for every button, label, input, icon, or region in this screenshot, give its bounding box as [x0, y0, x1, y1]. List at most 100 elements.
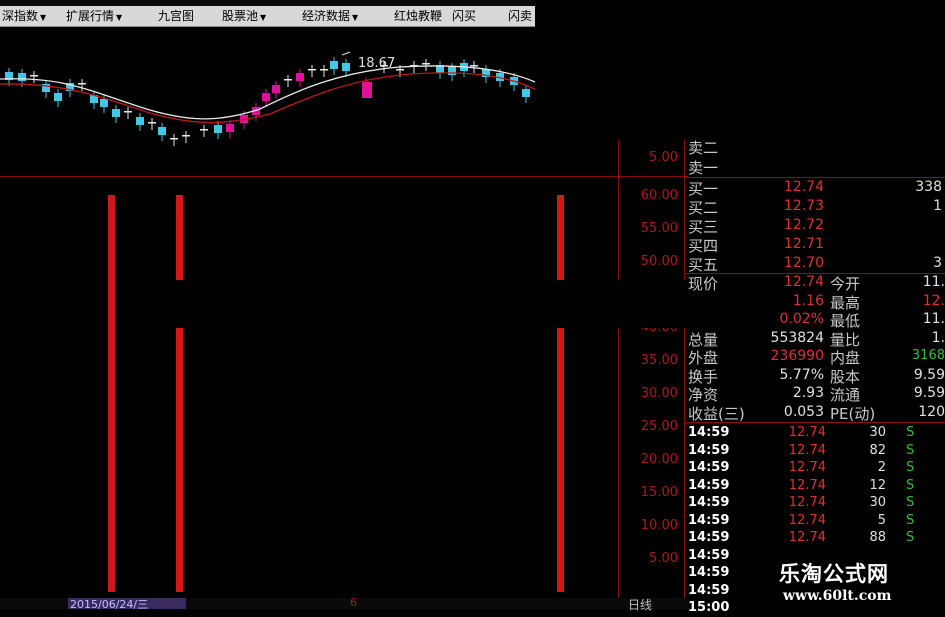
trade-vol: 30 [869, 425, 886, 440]
candle-body [396, 69, 404, 71]
stat-label-2: PE(动) [830, 404, 876, 423]
toolbar-item-index[interactable]: 深指数 ▼ [2, 6, 46, 26]
sell-2-label: 卖二 [688, 139, 719, 157]
trade-price: 12.74 [788, 425, 826, 440]
candle-body [308, 69, 316, 71]
candle-body [226, 124, 234, 132]
buy-5-price: 12.70 [783, 255, 824, 271]
period-label[interactable]: 日线 [628, 596, 652, 613]
stat-value: 12.74 [783, 274, 824, 290]
indicator-axis-label: 10.00 [640, 518, 678, 533]
buy-4-price: 12.71 [783, 236, 824, 252]
trade-time: 14:59 [688, 495, 730, 510]
trade-side: S [906, 477, 915, 493]
indicator-bar [108, 195, 115, 592]
toolbar-item-candle-tutor[interactable]: 红烛教鞭 [394, 6, 442, 26]
candle-body [262, 93, 270, 101]
candle-body [148, 122, 156, 124]
kline-chart[interactable]: 18.67 [0, 27, 620, 177]
candle-body [136, 117, 144, 125]
candle-body [342, 63, 350, 71]
trade-price: 12.74 [788, 477, 826, 493]
watermark-title: 乐淘公式网 [779, 562, 889, 586]
indicator-axis-label: 50.00 [640, 254, 678, 269]
candle-body [362, 82, 372, 98]
candle-body [54, 93, 62, 101]
trade-time: 14:59 [688, 530, 730, 545]
buy-2-price: 12.73 [783, 198, 824, 214]
trade-vol: 12 [869, 477, 886, 493]
trade-vol: 82 [869, 442, 886, 458]
indicator-axis-label: 35.00 [640, 353, 678, 368]
trade-vol: 88 [869, 530, 886, 545]
candle-body [422, 63, 430, 65]
chevron-down-icon: ▼ [116, 13, 123, 22]
indicator-bar [176, 195, 183, 592]
trade-price: 12.74 [788, 512, 826, 528]
peak-marker [341, 51, 351, 56]
trade-side: S [906, 495, 915, 510]
stat-value: 2.93 [792, 385, 824, 401]
chevron-down-icon: ▼ [260, 13, 267, 22]
toolbar-item-extended-quotes[interactable]: 扩展行情 ▼ [66, 6, 122, 26]
toolbar-item-stock-pool[interactable]: 股票池 ▼ [222, 6, 266, 26]
trade-vol: 2 [877, 460, 886, 475]
toolbar-item-flash-buy[interactable]: 闪买 [452, 6, 476, 26]
candle-body [158, 127, 166, 135]
pane-divider [0, 176, 688, 177]
trade-side: S [906, 425, 915, 440]
trade-side: S [906, 442, 915, 458]
axis-line [618, 140, 619, 600]
overlay-block [173, 280, 770, 328]
indicator-axis-label: 55.00 [640, 221, 678, 236]
trade-price: 12.74 [788, 460, 826, 475]
overlay-block [535, 0, 945, 140]
toolbar-item-flash-sell[interactable]: 闪卖 [508, 6, 532, 26]
buy-3-price: 12.72 [783, 217, 824, 233]
toolbar-item-economic-data[interactable]: 经济数据 ▼ [302, 6, 358, 26]
stat-label: 现价 [688, 275, 719, 293]
trade-vol: 5 [877, 512, 886, 528]
date-label: 2015/06/24/三 [70, 598, 149, 611]
candle-body [18, 73, 26, 81]
sell-1-label: 卖一 [688, 159, 719, 177]
trade-time: 15:00 [688, 600, 730, 615]
trade-side: S [906, 512, 915, 528]
candle-body [214, 125, 222, 133]
candle-body [182, 135, 190, 137]
stat-value-2: 11. [922, 274, 945, 290]
indicator-axis-label: 30.00 [640, 386, 678, 401]
trade-time: 14:59 [688, 565, 730, 580]
candlestick-series [5, 57, 530, 146]
stat-value-2: 9.59 [913, 366, 945, 383]
stat-value-2: 120 [918, 403, 945, 420]
stat-value-2: 3168 [911, 348, 945, 363]
watermark-logo: 乐淘公式网 www.60lt.com [755, 552, 945, 609]
stat-value-2: 1. [931, 329, 945, 346]
chevron-down-icon: ▼ [40, 13, 47, 22]
date-tick: 6 [350, 596, 357, 609]
candle-body [330, 61, 338, 69]
toolbar-item-nine-grid[interactable]: 九宫图 [158, 6, 194, 26]
candle-body [170, 138, 178, 140]
buy-5-label: 买五 [688, 256, 719, 274]
trade-side: S [906, 460, 915, 475]
indicator-axis-label: 5.00 [649, 551, 678, 566]
stat-label: 收益(三) [688, 404, 745, 423]
stat-value: 5.77% [779, 366, 824, 383]
candle-body [272, 85, 280, 93]
indicator-axis-label: 25.00 [640, 419, 678, 434]
trade-price: 12.74 [788, 442, 826, 458]
upper-axis-label: 5.00 [649, 150, 678, 165]
stat-value: 1.16 [792, 292, 824, 309]
watermark-url: www.60lt.com [783, 588, 892, 604]
stat-value: 553824 [770, 329, 824, 346]
quote-divider [685, 177, 945, 178]
trade-time: 14:59 [688, 547, 730, 563]
stat-value: 236990 [770, 348, 824, 364]
buy-3-label: 买三 [688, 218, 719, 236]
trade-price: 12.74 [788, 530, 826, 545]
buy-1-label: 买一 [688, 180, 719, 198]
buy-4-label: 买四 [688, 237, 719, 255]
candle-body [100, 99, 108, 107]
